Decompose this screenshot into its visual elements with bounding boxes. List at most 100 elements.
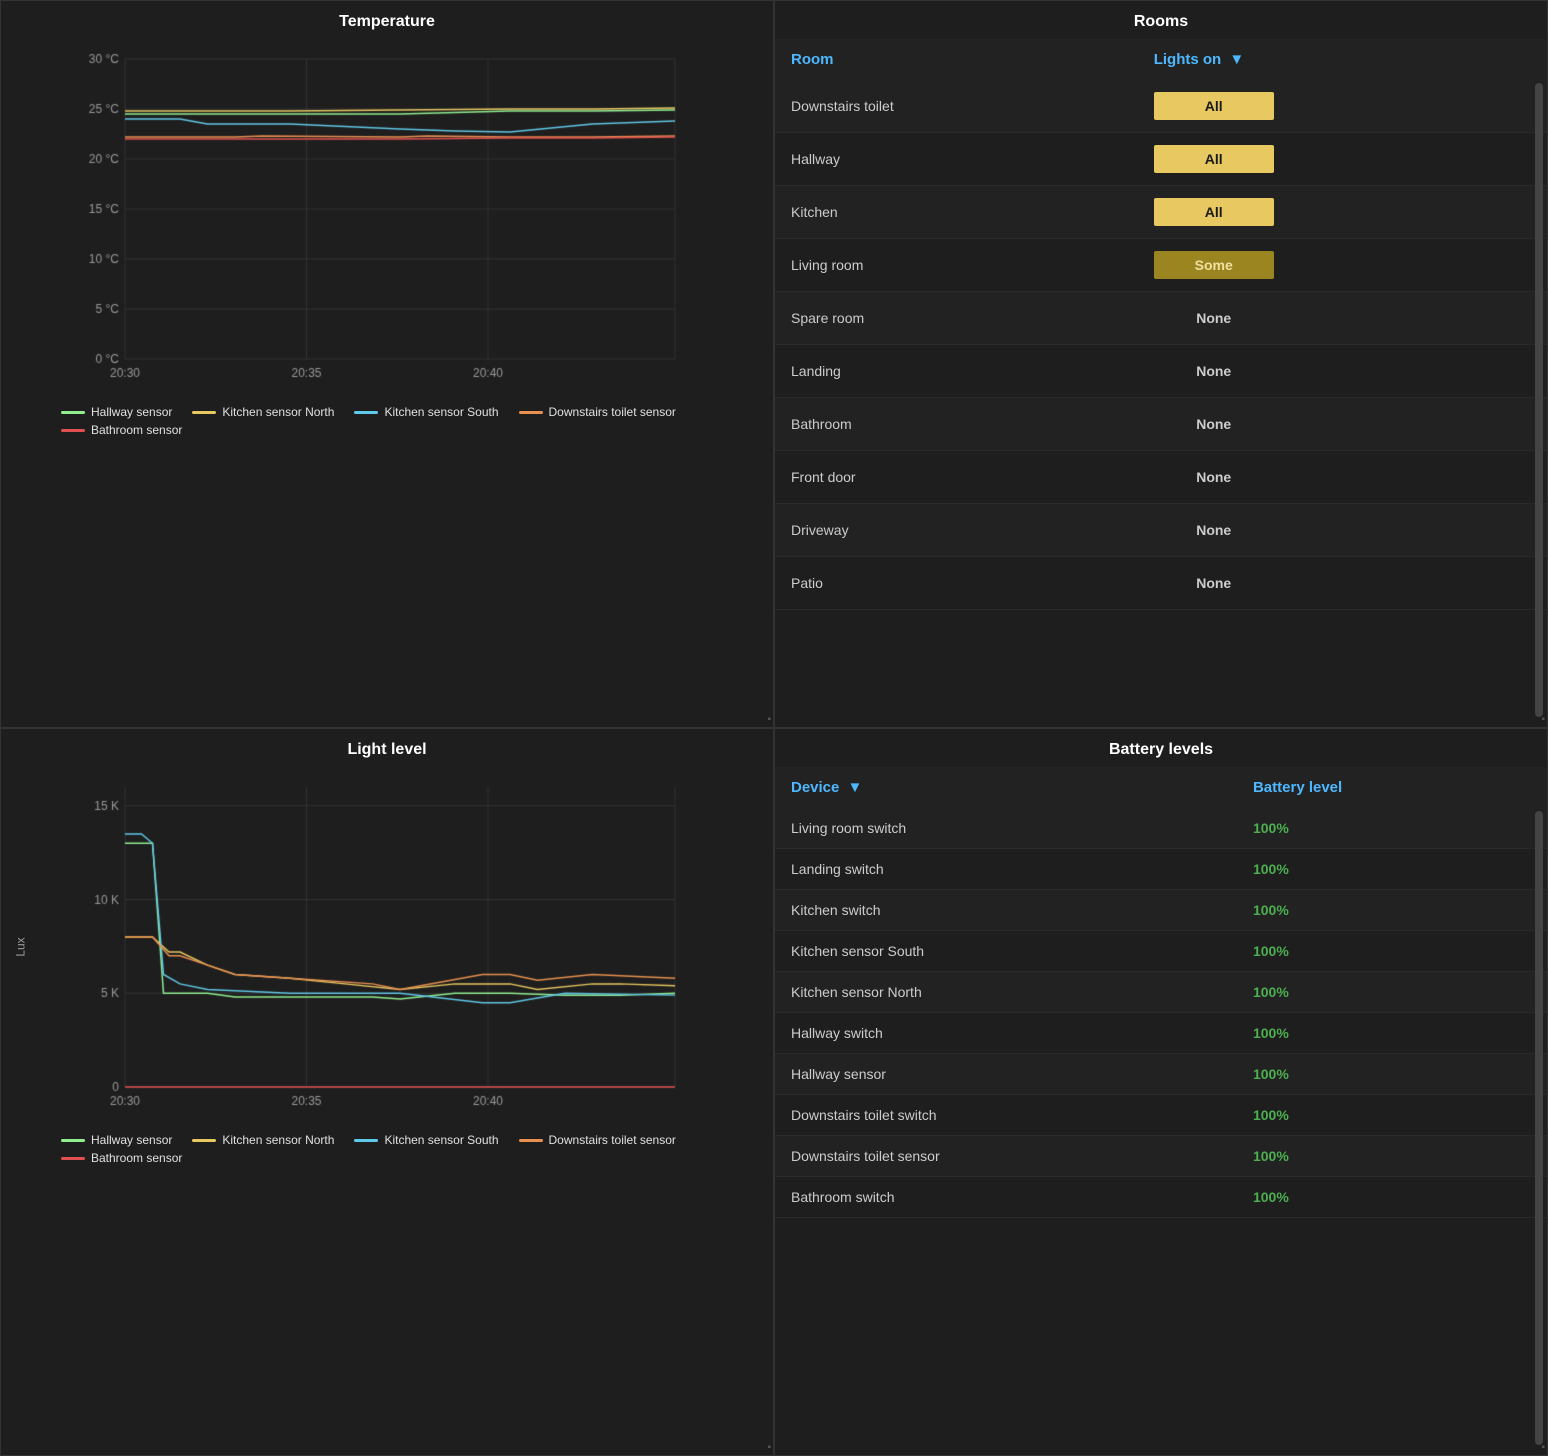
device-name-cell: Downstairs toilet switch xyxy=(775,1095,1237,1136)
lights-badge[interactable]: All xyxy=(1154,198,1274,226)
battery-level-cell: 100% xyxy=(1237,1177,1547,1218)
battery-level-cell: 100% xyxy=(1237,1095,1547,1136)
light-legend-kitchen-north-label: Kitchen sensor North xyxy=(222,1133,334,1147)
col-battery-header[interactable]: Battery level xyxy=(1237,767,1547,808)
rooms-row: DrivewayNone xyxy=(775,504,1547,557)
col-device-header[interactable]: Device ▼ xyxy=(775,767,1237,808)
legend-hallway-sensor-line xyxy=(61,411,85,414)
lights-badge[interactable]: None xyxy=(1154,569,1274,597)
rooms-table-wrapper: Room Lights on ▼ Downstairs toiletAllHal… xyxy=(775,39,1547,727)
rooms-row: Kitchen All xyxy=(775,186,1547,239)
lights-badge[interactable]: All xyxy=(1154,145,1274,173)
lux-label: Lux xyxy=(14,937,28,956)
device-name-cell: Downstairs toilet sensor xyxy=(775,1136,1237,1177)
light-legend-hallway-line xyxy=(61,1139,85,1142)
light-legend-kitchen-north-line xyxy=(192,1139,216,1142)
battery-title: Battery levels xyxy=(775,729,1547,767)
device-name-cell: Bathroom switch xyxy=(775,1177,1237,1218)
col-device-label: Device xyxy=(791,779,839,796)
battery-row: Bathroom switch100% xyxy=(775,1177,1547,1218)
rooms-table: Room Lights on ▼ Downstairs toiletAllHal… xyxy=(775,39,1547,610)
rooms-title: Rooms xyxy=(775,1,1547,39)
rooms-row: Downstairs toilet All xyxy=(775,80,1547,133)
col-lights-header[interactable]: Lights on ▼ xyxy=(1138,39,1547,80)
rooms-row: Bathroom None xyxy=(775,398,1547,451)
light-legend-kitchen-south-line xyxy=(354,1139,378,1142)
rooms-row: Front doorNone xyxy=(775,451,1547,504)
room-name-cell: Living room xyxy=(775,239,1138,292)
light-legend: Hallway sensor Kitchen sensor North Kitc… xyxy=(1,1127,773,1175)
rooms-scrollbar[interactable] xyxy=(1535,83,1543,717)
col-room-label: Room xyxy=(791,51,834,68)
room-lights-cell: Some xyxy=(1138,239,1547,292)
battery-row: Downstairs toilet sensor100% xyxy=(775,1136,1547,1177)
lights-badge[interactable]: None xyxy=(1154,410,1274,438)
battery-row: Hallway switch100% xyxy=(775,1013,1547,1054)
rooms-row: Spare roomNone xyxy=(775,292,1547,345)
rooms-row: PatioNone xyxy=(775,557,1547,610)
battery-level-cell: 100% xyxy=(1237,1054,1547,1095)
room-lights-cell: None xyxy=(1138,557,1547,610)
room-name-cell: Kitchen xyxy=(775,186,1138,239)
legend-kitchen-north: Kitchen sensor North xyxy=(192,405,334,419)
col-room-header[interactable]: Room xyxy=(775,39,1138,80)
lights-badge[interactable]: Some xyxy=(1154,251,1274,279)
battery-row: Kitchen sensor North100% xyxy=(775,972,1547,1013)
room-lights-cell: All xyxy=(1138,186,1547,239)
battery-row: Downstairs toilet switch100% xyxy=(775,1095,1547,1136)
light-legend-bathroom-label: Bathroom sensor xyxy=(91,1151,182,1165)
device-name-cell: Hallway switch xyxy=(775,1013,1237,1054)
lights-badge[interactable]: None xyxy=(1154,463,1274,491)
legend-hallway-sensor-label: Hallway sensor xyxy=(91,405,172,419)
room-lights-cell: All xyxy=(1138,80,1547,133)
room-name-cell: Downstairs toilet xyxy=(775,80,1138,133)
battery-level-cell: 100% xyxy=(1237,808,1547,849)
battery-level-cell: 100% xyxy=(1237,890,1547,931)
light-canvas xyxy=(65,767,695,1127)
light-legend-toilet-line xyxy=(519,1139,543,1142)
device-name-cell: Kitchen switch xyxy=(775,890,1237,931)
rooms-tbody: Downstairs toiletAllHallwayAllKitchenAll… xyxy=(775,80,1547,610)
room-lights-cell: None xyxy=(1138,398,1547,451)
light-legend-hallway-label: Hallway sensor xyxy=(91,1133,172,1147)
light-title: Light level xyxy=(1,729,773,767)
battery-level-cell: 100% xyxy=(1237,1013,1547,1054)
lights-badge[interactable]: All xyxy=(1154,92,1274,120)
temperature-legend: Hallway sensor Kitchen sensor North Kitc… xyxy=(1,399,773,447)
device-name-cell: Kitchen sensor North xyxy=(775,972,1237,1013)
main-grid: Temperature Hallway sensor Kitchen senso… xyxy=(0,0,1548,1456)
room-lights-cell: None xyxy=(1138,292,1547,345)
battery-table: Device ▼ Battery level Living room switc… xyxy=(775,767,1547,1218)
legend-kitchen-south-label: Kitchen sensor South xyxy=(384,405,498,419)
lights-badge[interactable]: None xyxy=(1154,516,1274,544)
battery-row: Hallway sensor100% xyxy=(775,1054,1547,1095)
rooms-row: Landing None xyxy=(775,345,1547,398)
rooms-panel: Rooms Room Lights on ▼ Downsta xyxy=(774,0,1548,728)
light-legend-bathroom-line xyxy=(61,1157,85,1160)
room-name-cell: Bathroom xyxy=(775,398,1138,451)
battery-row: Kitchen sensor South100% xyxy=(775,931,1547,972)
lights-badge[interactable]: None xyxy=(1154,304,1274,332)
legend-hallway-sensor: Hallway sensor xyxy=(61,405,172,419)
light-legend-toilet-label: Downstairs toilet sensor xyxy=(549,1133,676,1147)
device-name-cell: Landing switch xyxy=(775,849,1237,890)
light-legend-kitchen-south-label: Kitchen sensor South xyxy=(384,1133,498,1147)
light-corner: ▪ xyxy=(767,1442,771,1453)
lights-badge[interactable]: None xyxy=(1154,357,1274,385)
battery-scrollbar[interactable] xyxy=(1535,811,1543,1445)
light-legend-hallway: Hallway sensor xyxy=(61,1133,172,1147)
room-lights-cell: None xyxy=(1138,504,1547,557)
battery-row: Kitchen switch100% xyxy=(775,890,1547,931)
device-name-cell: Living room switch xyxy=(775,808,1237,849)
battery-panel: Battery levels Device ▼ Battery level xyxy=(774,728,1548,1456)
battery-table-wrapper: Device ▼ Battery level Living room switc… xyxy=(775,767,1547,1455)
light-legend-kitchen-south: Kitchen sensor South xyxy=(354,1133,498,1147)
battery-row: Landing switch100% xyxy=(775,849,1547,890)
legend-bathroom: Bathroom sensor xyxy=(61,423,182,437)
rooms-row: HallwayAll xyxy=(775,133,1547,186)
device-name-cell: Kitchen sensor South xyxy=(775,931,1237,972)
legend-kitchen-south-line xyxy=(354,411,378,414)
legend-downstairs-line xyxy=(519,411,543,414)
room-name-cell: Landing xyxy=(775,345,1138,398)
legend-downstairs-label: Downstairs toilet sensor xyxy=(549,405,676,419)
